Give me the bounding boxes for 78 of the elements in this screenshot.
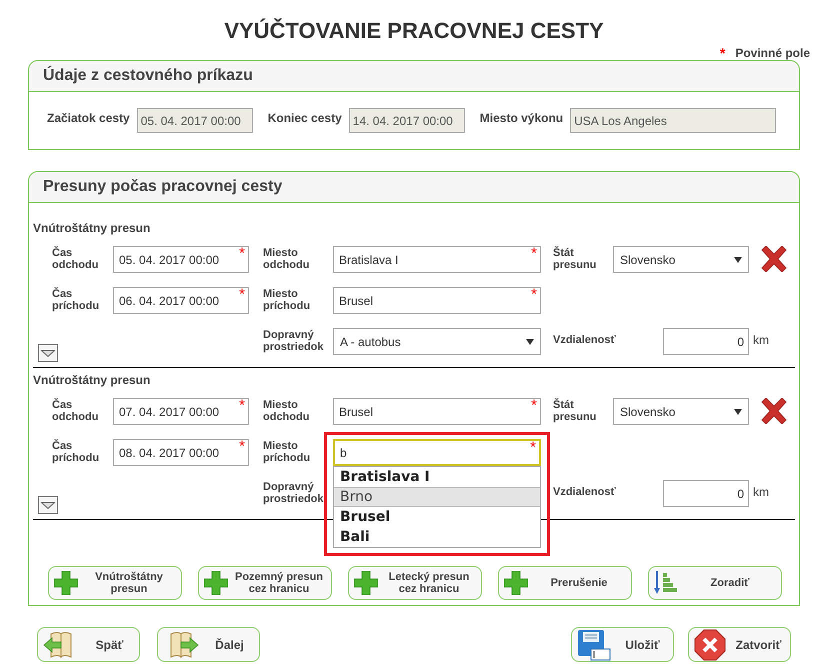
- required-mark: *: [239, 246, 245, 261]
- select-field[interactable]: Slovensko: [613, 398, 749, 425]
- panel-title: Presuny počas pracovnej cesty: [43, 177, 282, 197]
- add-button[interactable]: Prerušenie: [498, 566, 632, 600]
- text-field[interactable]: Bratislava I *: [333, 246, 541, 273]
- read-only-field: 05. 04. 2017 00:00: [136, 108, 253, 133]
- field-label: Čas odchodu: [52, 398, 100, 423]
- page-title: VYÚČTOVANIE PRACOVNEJ CESTY: [224, 18, 604, 44]
- plus-icon: [54, 571, 78, 595]
- distance-field[interactable]: 0: [663, 480, 749, 507]
- required-mark: *: [530, 440, 536, 455]
- transfer-heading: Vnútroštátny presun: [33, 220, 152, 236]
- field-label: Miesto príchodu: [263, 439, 312, 464]
- read-only-field: USA Los Angeles: [570, 108, 776, 133]
- field-label: Dopravný prostriedok: [263, 328, 325, 353]
- dropdown-arrow-icon: [734, 256, 742, 264]
- required-mark: *: [239, 439, 245, 454]
- field-label: Čas príchodu: [52, 439, 100, 464]
- text-field[interactable]: Brusel *: [333, 287, 541, 314]
- field-label: Miesto príchodu: [263, 287, 312, 312]
- transfer-heading: Vnútroštátny presun: [33, 372, 152, 388]
- required-mark: *: [239, 287, 245, 302]
- suggestion-item[interactable]: Brusel: [334, 507, 540, 527]
- add-button[interactable]: Letecký presun cez hranicu: [348, 566, 482, 600]
- plus-icon: [204, 571, 228, 595]
- add-button[interactable]: Zoradiť: [648, 566, 782, 600]
- field-label: Dopravný prostriedok: [263, 480, 325, 505]
- dropdown-arrow-icon: [734, 408, 742, 416]
- delete-icon[interactable]: [760, 398, 788, 424]
- caret-icon: [41, 350, 55, 356]
- plus-icon: [504, 571, 528, 595]
- delete-icon[interactable]: [760, 246, 788, 272]
- add-button[interactable]: Vnútroštátny presun: [48, 566, 182, 600]
- field-label: Začiatok cesty: [47, 110, 130, 126]
- field-label: Štát presunu: [553, 246, 598, 271]
- field-label: Miesto odchodu: [263, 398, 310, 423]
- collapse-button[interactable]: [38, 496, 58, 514]
- suggestion-item[interactable]: Bali: [334, 527, 540, 547]
- field-label: Štát presunu: [553, 398, 598, 423]
- suggestion-item[interactable]: Brno: [334, 487, 540, 507]
- distance-field[interactable]: 0: [663, 328, 749, 355]
- floppy-disk-icon: [577, 628, 611, 660]
- field-label: Čas príchodu: [52, 287, 100, 312]
- text-field[interactable]: 08. 04. 2017 00:00 *: [113, 439, 249, 466]
- text-field[interactable]: 05. 04. 2017 00:00 *: [113, 246, 249, 273]
- plus-icon: [354, 571, 378, 595]
- unit-label: km: [753, 484, 769, 498]
- dropdown-arrow-icon: [526, 338, 534, 346]
- select-field[interactable]: A - autobus: [333, 328, 541, 355]
- nav-button[interactable]: Ďalej: [157, 627, 260, 662]
- nav-button[interactable]: Zatvoriť: [688, 627, 791, 662]
- caret-icon: [41, 502, 55, 508]
- nav-button[interactable]: Uložiť: [571, 627, 674, 662]
- field-label: Koniec cesty: [268, 110, 342, 126]
- text-field[interactable]: Brusel *: [333, 398, 541, 425]
- close-icon: [694, 628, 726, 660]
- text-field[interactable]: 07. 04. 2017 00:00 *: [113, 398, 249, 425]
- required-mark: *: [720, 44, 726, 62]
- required-mark: *: [239, 398, 245, 413]
- field-label: Miesto výkonu: [480, 110, 564, 126]
- required-mark: *: [531, 398, 537, 413]
- text-field[interactable]: b *: [333, 439, 541, 466]
- panel-title: Údaje z cestovného príkazu: [43, 64, 253, 86]
- text-field[interactable]: 06. 04. 2017 00:00 *: [113, 287, 249, 314]
- read-only-field: 14. 04. 2017 00:00: [348, 108, 465, 133]
- field-label: Vzdialenosť: [553, 485, 617, 498]
- required-mark: *: [531, 246, 537, 261]
- field-label: Čas odchodu: [52, 246, 100, 271]
- field-label: Miesto odchodu: [263, 246, 310, 271]
- unit-label: km: [753, 332, 769, 346]
- field-label: Vzdialenosť: [553, 333, 617, 346]
- select-field[interactable]: Slovensko: [613, 246, 749, 273]
- collapse-button[interactable]: [38, 344, 58, 362]
- nav-button[interactable]: Späť: [37, 627, 140, 662]
- add-button[interactable]: Pozemný presun cez hranicu: [198, 566, 332, 600]
- suggestion-item[interactable]: Bratislava I: [334, 467, 540, 487]
- required-mark: *: [531, 287, 537, 302]
- required-note: Povinné pole: [735, 45, 810, 62]
